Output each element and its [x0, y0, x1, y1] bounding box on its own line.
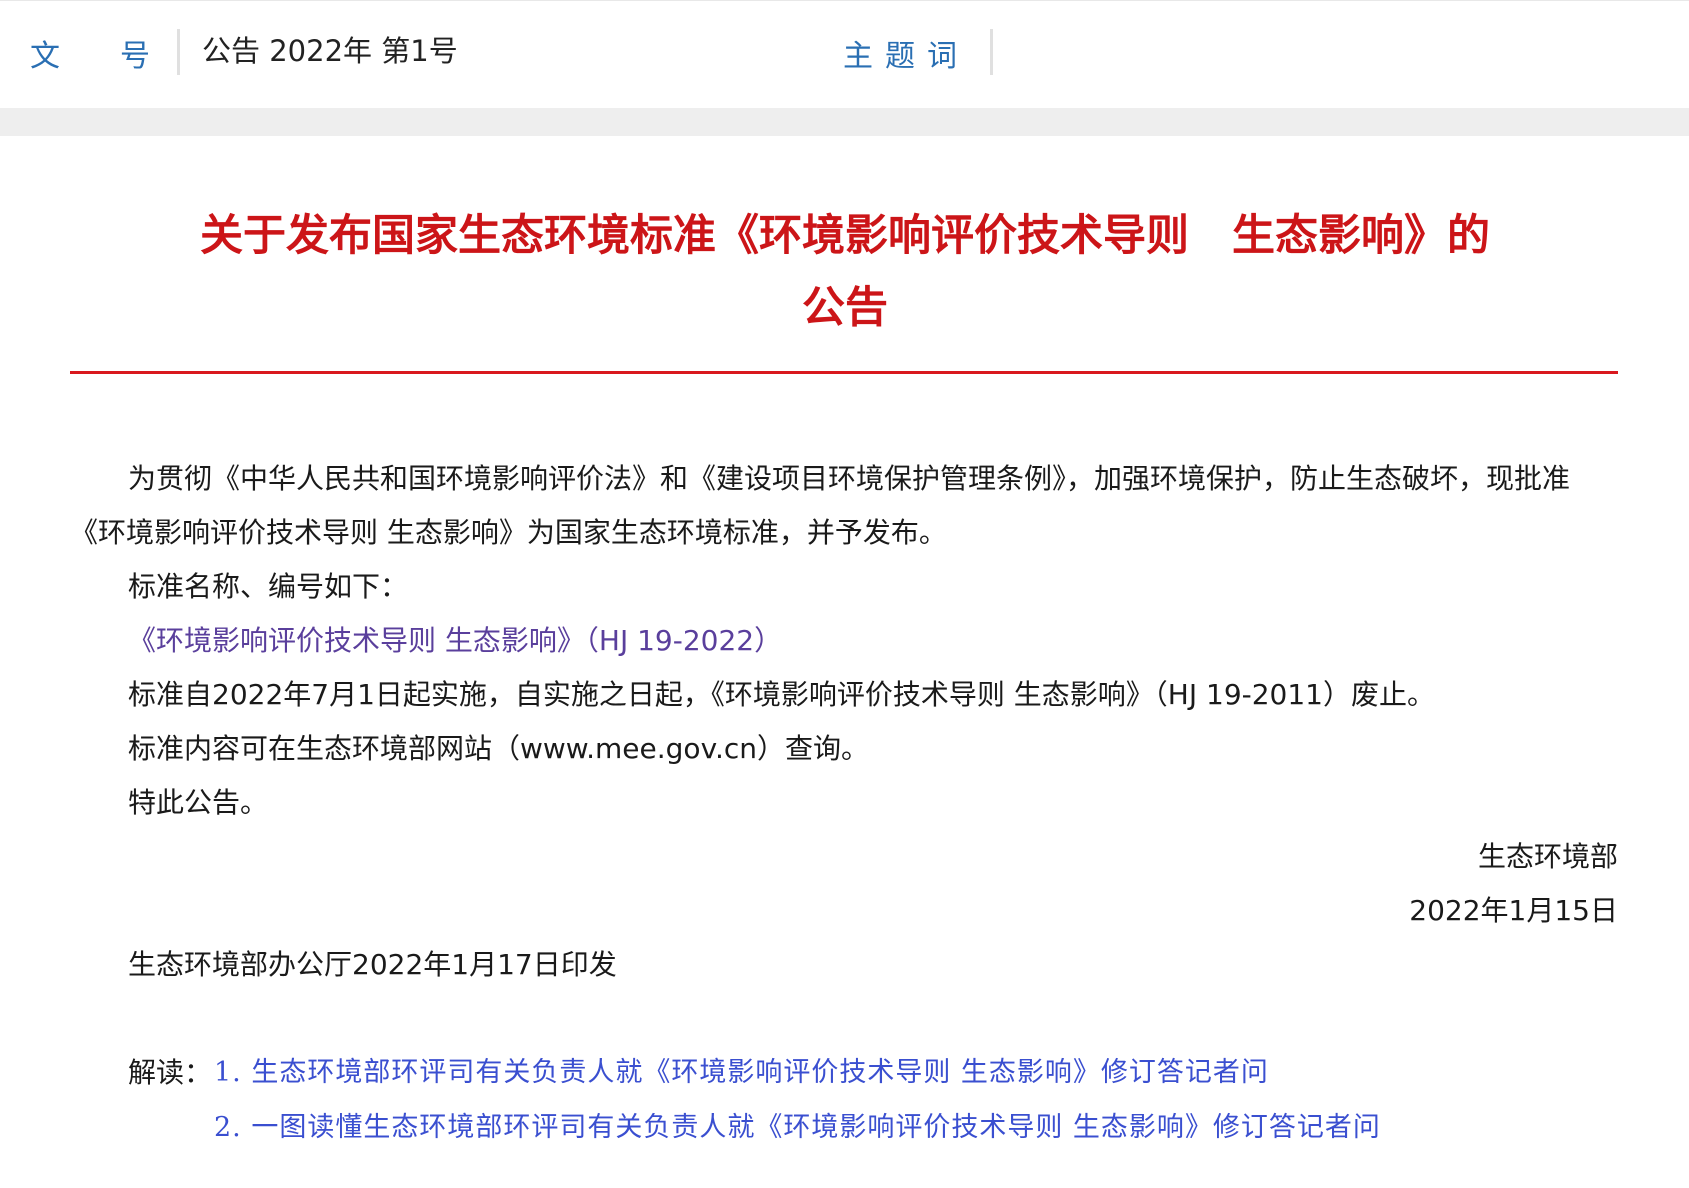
section-band [0, 108, 1689, 136]
document-meta-bar: 文 号 公告 2022年 第1号 主题词 [0, 0, 1689, 109]
interpretation-link-1[interactable]: 1. 生态环境部环评司有关负责人就《环境影响评价技术导则 生态影响》修订答记者问 [214, 1046, 1269, 1100]
title-line-2: 公告 [802, 283, 888, 333]
standard-names-heading: 标准名称、编号如下： [128, 570, 409, 603]
website-paragraph: 标准内容可在生态环境部网站（www.mee.gov.cn）查询。 [128, 732, 870, 765]
interpretation-link-2[interactable]: 2. 一图读懂生态环境部环评司有关负责人就《环境影响评价技术导则 生态影响》修订… [214, 1101, 1381, 1155]
subject-keywords-label: 主题词 [843, 39, 969, 74]
notice-closing: 特此公告。 [128, 786, 269, 819]
effective-date-paragraph: 标准自2022年7月1日起实施，自实施之日起，《环境影响评价技术导则 生态影响》… [128, 678, 1435, 711]
page-title: 关于发布国家生态环境标准《环境影响评价技术导则 生态影响》的 公告 [70, 200, 1620, 344]
title-divider [70, 371, 1618, 374]
doc-number-label-1: 文 [30, 39, 60, 74]
standard-link[interactable]: 《环境影响评价技术导则 生态影响》（HJ 19-2022） [128, 614, 782, 668]
signature-org: 生态环境部 [1477, 840, 1618, 873]
doc-number-value: 公告 2022年 第1号 [202, 34, 458, 68]
lead-paragraph: 为贯彻《中华人民共和国环境影响评价法》和《建设项目环境保护管理条例》，加强环境保… [70, 462, 1571, 549]
issued-line: 生态环境部办公厅2022年1月17日印发 [128, 948, 617, 981]
title-line-1: 关于发布国家生态环境标准《环境影响评价技术导则 生态影响》的 [200, 211, 1490, 261]
signature-date: 2022年1月15日 [1409, 894, 1618, 927]
interpretation-label: 解读： [128, 1056, 213, 1089]
meta-divider [990, 29, 993, 75]
meta-divider [177, 29, 180, 75]
doc-number-label-2: 号 [120, 39, 150, 74]
